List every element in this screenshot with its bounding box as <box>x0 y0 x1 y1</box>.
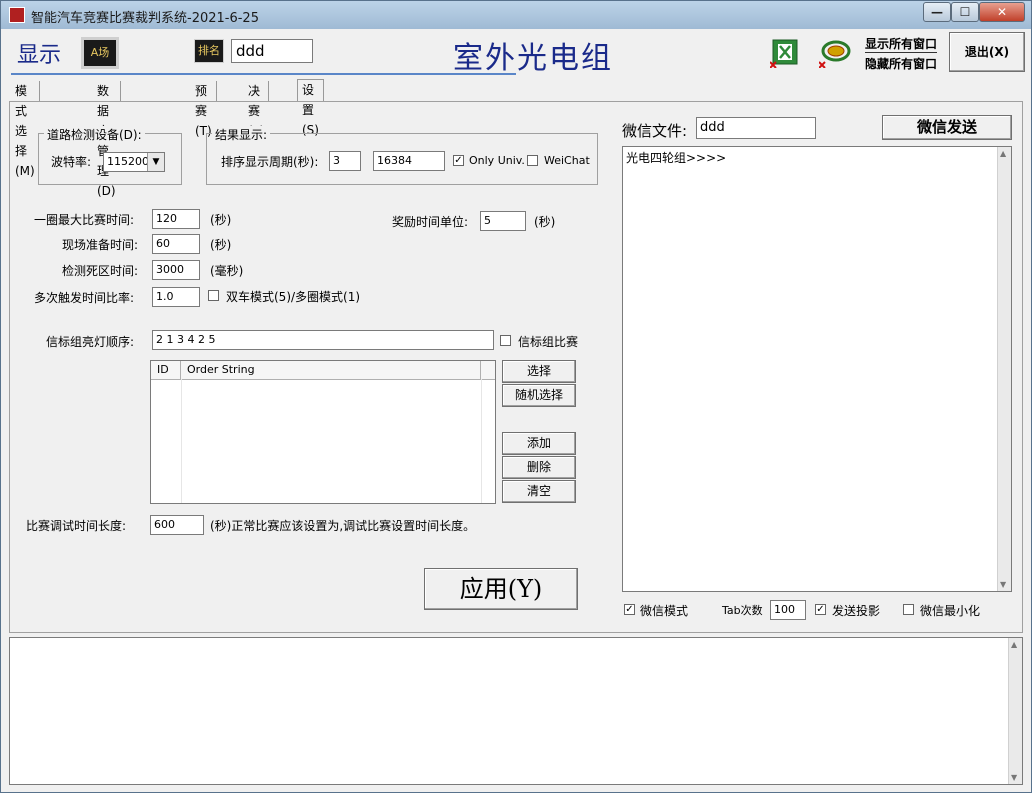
sort-period-input[interactable]: 3 <box>329 151 361 171</box>
window-title: 智能汽车竞赛比赛裁判系统-2021-6-25 <box>31 11 259 26</box>
prep-unit: (秒) <box>210 238 232 252</box>
max-lap-input[interactable]: 120 <box>152 209 200 229</box>
clear-button[interactable]: 清空 <box>502 480 576 503</box>
delete-button[interactable]: 删除 <box>502 456 576 479</box>
wechat-file-label: 微信文件: <box>622 122 688 140</box>
max-lap-label: 一圈最大比赛时间: <box>34 213 135 227</box>
road-detection-label: 道路检测设备(D): <box>44 126 145 143</box>
minimize-button[interactable]: — <box>923 2 951 22</box>
wechat-send-button[interactable]: 微信发送 <box>882 115 1012 140</box>
beacon-order-label: 信标组亮灯顺序: <box>46 335 135 349</box>
tab-preliminary[interactable]: 预赛(T) <box>191 81 217 138</box>
hide-all-windows-button[interactable]: 隐藏所有窗口 <box>865 55 937 72</box>
only-univ-label: Only Univ. <box>469 154 525 167</box>
column-order-string[interactable]: Order String <box>181 361 481 379</box>
tab-final[interactable]: 决赛(F) <box>244 81 270 138</box>
tab-count-label: Tab次数 <box>722 604 763 617</box>
only-univ-checkbox[interactable]: ✓ <box>453 155 464 166</box>
road-detection-group: 道路检测设备(D): 波特率: 115200 ▼ <box>38 126 182 185</box>
column-id[interactable]: ID <box>151 361 181 379</box>
chevron-down-icon[interactable]: ▼ <box>147 153 164 171</box>
dead-zone-input[interactable]: 3000 <box>152 260 200 280</box>
refresh-icon[interactable] <box>818 38 851 69</box>
add-button[interactable]: 添加 <box>502 432 576 455</box>
wechat-file-input[interactable]: ddd <box>696 117 816 139</box>
excel-icon[interactable] <box>769 38 800 69</box>
show-all-windows-button[interactable]: 显示所有窗口 <box>865 35 938 53</box>
maximize-button[interactable]: ☐ <box>951 2 979 22</box>
scroll-up-icon[interactable]: ▲ <box>1011 640 1017 649</box>
beacon-match-checkbox[interactable] <box>500 335 511 346</box>
wechat-text-area[interactable]: 光电四轮组>>>> ▲ ▼ <box>622 146 1012 592</box>
wechat-text-content: 光电四轮组>>>> <box>626 151 727 165</box>
send-projection-label: 发送投影 <box>832 604 881 618</box>
log-scrollbar[interactable]: ▲ ▼ <box>1008 638 1022 784</box>
dead-zone-unit: (毫秒) <box>210 264 244 278</box>
prep-input[interactable]: 60 <box>152 234 200 254</box>
list-header: ID Order String <box>151 361 495 380</box>
wechat-checkbox[interactable] <box>527 155 538 166</box>
scroll-up-icon[interactable]: ▲ <box>1000 149 1006 158</box>
wechat-minimize-label: 微信最小化 <box>920 604 981 618</box>
close-button[interactable]: ✕ <box>979 2 1025 22</box>
scroll-down-icon[interactable]: ▼ <box>1011 773 1017 782</box>
reward-unit-unit: (秒) <box>534 215 556 229</box>
app-icon <box>9 7 25 23</box>
select-button[interactable]: 选择 <box>502 360 576 383</box>
wechat-mode-label: 微信模式 <box>640 604 689 618</box>
baud-select[interactable]: 115200 ▼ <box>103 152 165 172</box>
group-title: 室外光电组 <box>453 41 613 76</box>
column-divider <box>181 379 182 503</box>
dual-car-label: 双车模式(5)/多圈模式(1) <box>226 290 361 304</box>
a-field-icon[interactable]: A场 <box>81 37 119 69</box>
reward-unit-label: 奖励时间单位: <box>392 215 469 229</box>
sort-second-input[interactable]: 16384 <box>373 151 445 171</box>
rank-input[interactable]: ddd <box>231 39 313 63</box>
wechat-minimize-checkbox[interactable] <box>903 604 914 615</box>
tab-settings[interactable]: 设置(S) <box>297 79 324 137</box>
toolbar-divider <box>11 73 516 75</box>
tab-database[interactable]: 数据库管理(D) <box>93 81 121 198</box>
tab-count-input[interactable]: 100 <box>770 600 806 620</box>
max-lap-unit: (秒) <box>210 213 232 227</box>
apply-button[interactable]: 应用(Y) <box>424 568 578 610</box>
dead-zone-label: 检测死区时间: <box>62 264 139 278</box>
log-text-area[interactable]: ▲ ▼ <box>9 637 1023 785</box>
wechat-label: WeiChat <box>544 154 590 167</box>
beacon-match-label: 信标组比赛 <box>518 335 579 349</box>
sort-period-label: 排序显示周期(秒): <box>221 155 319 169</box>
exit-button[interactable]: 退出(X) <box>949 32 1025 72</box>
title-bar: 智能汽车竞赛比赛裁判系统-2021-6-25 — ☐ ✕ <box>1 1 1031 29</box>
tab-mode-select[interactable]: 模式选择(M) <box>11 81 40 178</box>
dual-car-checkbox[interactable] <box>208 290 219 301</box>
result-display-group: 结果显示: 排序显示周期(秒): 3 16384 ✓ Only Univ. We… <box>206 126 598 185</box>
main-window: 智能汽车竞赛比赛裁判系统-2021-6-25 — ☐ ✕ 显示 A场 排名 dd… <box>0 0 1032 793</box>
wechat-mode-checkbox[interactable]: ✓ <box>624 604 635 615</box>
multi-trigger-label: 多次触发时间比率: <box>34 291 135 305</box>
wechat-scrollbar[interactable]: ▲ ▼ <box>997 147 1011 591</box>
beacon-order-input[interactable]: 2 1 3 4 2 5 <box>152 330 494 350</box>
rank-icon[interactable]: 排名 <box>194 39 224 63</box>
prep-label: 现场准备时间: <box>62 238 139 252</box>
result-display-label: 结果显示: <box>212 126 271 143</box>
settings-panel: 道路检测设备(D): 波特率: 115200 ▼ 结果显示: 排序显示周期(秒)… <box>9 101 1023 633</box>
beacon-order-list[interactable]: ID Order String <box>150 360 496 504</box>
multi-trigger-input[interactable]: 1.0 <box>152 287 200 307</box>
random-select-button[interactable]: 随机选择 <box>502 384 576 407</box>
baud-label: 波特率: <box>51 155 92 169</box>
send-projection-checkbox[interactable]: ✓ <box>815 604 826 615</box>
debug-hint: (秒)正常比赛应该设置为,调试比赛设置时间长度。 <box>210 519 476 533</box>
baud-value: 115200 <box>107 155 149 168</box>
debug-length-input[interactable]: 600 <box>150 515 204 535</box>
debug-length-label: 比赛调试时间长度: <box>26 519 127 533</box>
display-label: 显示 <box>17 43 62 68</box>
column-divider <box>481 379 482 503</box>
reward-unit-input[interactable]: 5 <box>480 211 526 231</box>
scroll-down-icon[interactable]: ▼ <box>1000 580 1006 589</box>
